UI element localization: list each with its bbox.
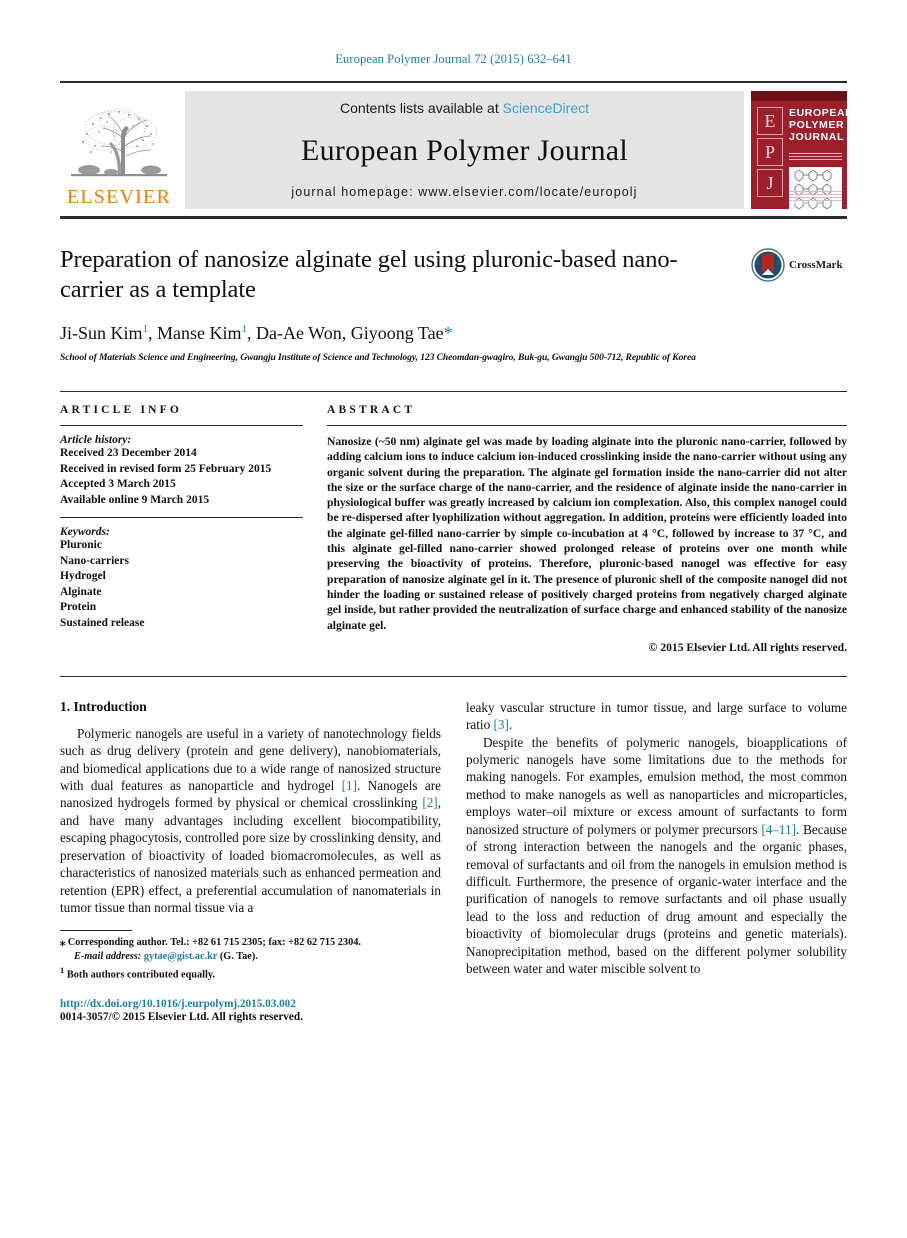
cover-letter-j: J [757,169,783,197]
cover-rule [789,153,842,154]
author-4[interactable]: Giyoong Tae [351,323,444,343]
abstract-copyright: © 2015 Elsevier Ltd. All rights reserved… [648,640,847,654]
journal-homepage-link[interactable]: journal homepage: www.elsevier.com/locat… [291,185,637,199]
journal-title: European Polymer Journal [300,133,629,167]
author-3[interactable]: Da-Ae Won [256,323,342,343]
elsevier-logo: ELSEVIER [60,91,178,209]
abstract-rule [327,425,847,426]
running-head: European Polymer Journal 72 (2015) 632–6… [335,52,572,66]
masthead-bottom-rule [60,216,847,219]
cover-topbar [751,91,847,101]
footnote-corresponding-text: Corresponding author. Tel.: +82 61 715 2… [67,937,361,949]
body-left-column: 1. Introduction Polymeric nanogels are u… [60,699,441,1023]
elsevier-tree-icon [71,108,167,177]
footnote-equal-contribution: 1 Both authors contributed equally. [60,964,441,982]
footnote-corresponding-author: ⁎ Corresponding author. Tel.: +82 61 715… [60,936,441,950]
footnote-mark-asterisk: ⁎ [60,937,66,949]
keyword-item: Nano-carriers [60,554,129,567]
history-revised: Received in revised form 25 February 201… [60,462,272,475]
abstract-heading: ABSTRACT [327,404,416,416]
history-accepted: Accepted 3 March 2015 [60,478,176,490]
contents-available-line: Contents lists available at ScienceDirec… [340,100,589,116]
corresponding-author-marker[interactable]: * [444,323,453,343]
imprint-block: http://dx.doi.org/10.1016/j.eurpolymj.20… [60,998,441,1023]
footnote-block: ⁎ Corresponding author. Tel.: +82 61 715… [60,930,441,1023]
cover-title-line-2: POLYMER [789,119,845,131]
elsevier-wordmark: ELSEVIER [66,186,172,208]
journal-cover-image: E P J EUROPEAN POLYMER JOURNAL ScienceDi… [751,91,847,209]
author-2-footnote[interactable]: 1 [242,323,248,335]
abstract-text: Nanosize (~50 nm) alginate gel was made … [327,435,847,632]
section-heading-introduction: 1. Introduction [60,698,147,714]
title-block: Preparation of nanosize alginate gel usi… [60,245,847,363]
cover-letter-e: E [757,107,783,135]
keyword-item: Protein [60,601,97,613]
author-list: Ji-Sun Kim1, Manse Kim1, Da-Ae Won, Giyo… [60,323,453,343]
journal-band: Contents lists available at ScienceDirec… [185,91,744,209]
crossmark-label: CrossMark [789,259,843,271]
cover-title-line-3: JOURNAL [789,131,844,143]
keyword-item: Alginate [60,585,102,598]
abstract-column: ABSTRACT Nanosize (~50 nm) alginate gel … [327,404,847,654]
body-columns: 1. Introduction Polymeric nanogels are u… [60,699,847,1023]
intro-paragraph-1: Polymeric nanogels are useful in a varie… [60,725,441,915]
contents-prefix: Contents lists available at [339,100,499,116]
body-right-column: leaky vascular structure in tumor tissue… [466,699,847,1023]
info-abstract-section: ARTICLE INFO Article history: Received 2… [60,391,847,654]
journal-masthead: ELSEVIER Contents lists available at Sci… [60,81,847,209]
footnote-equal-text: Both authors contributed equally. [66,968,216,980]
doi-link[interactable]: http://dx.doi.org/10.1016/j.eurpolymj.20… [60,998,441,1010]
body-separator-rule [60,675,847,677]
issn-copyright-line: 0014-3057/© 2015 Elsevier Ltd. All right… [60,1010,303,1023]
article-history-label: Article history: [60,434,132,446]
cover-letter-p: P [757,138,783,166]
footnote-email: E-mail address: gytae@gist.ac.kr (G. Tae… [60,950,441,964]
crossmark-badge[interactable]: CrossMark [751,245,847,282]
crossmark-icon [751,248,785,282]
article-info-column: ARTICLE INFO Article history: Received 2… [60,404,303,654]
keywords-label: Keywords: [60,526,110,538]
cover-title-line-1: EUROPEAN [789,107,847,119]
history-received: Received 23 December 2014 [60,447,197,459]
author-1-footnote[interactable]: 1 [143,323,149,335]
intro-paragraph-1-continued: leaky vascular structure in tumor tissue… [466,699,847,733]
footnote-mark-one: 1 [60,964,65,975]
keywords-rule [60,517,303,518]
intro-paragraph-2: Despite the benefits of polymeric nanoge… [466,734,848,976]
author-1[interactable]: Ji-Sun Kim [60,323,143,343]
article-info-rule [60,425,303,426]
cover-sciencedirect-badge: ScienceDirect [791,200,822,206]
cover-spine-letters: E P J [757,107,783,200]
keywords-block: Keywords: Pluronic Nano-carriers Hydroge… [60,526,303,631]
affiliation: School of Materials Science and Engineer… [60,352,696,363]
author-2[interactable]: Manse Kim [157,323,242,343]
keyword-item: Pluronic [60,539,102,551]
history-online: Available online 9 March 2015 [60,493,210,506]
keyword-item: Hydrogel [60,570,106,582]
page-title: Preparation of nanosize alginate gel usi… [60,246,678,303]
article-page: European Polymer Journal 72 (2015) 632–6… [0,0,907,1238]
sciencedirect-link[interactable]: ScienceDirect [503,100,589,116]
email-link[interactable]: gytae@gist.ac.kr [144,951,217,962]
keyword-item: Sustained release [60,616,145,629]
cover-microtext [789,156,842,161]
article-info-heading: ARTICLE INFO [60,404,183,416]
email-label: E-mail address: [74,950,142,962]
title-texts: Preparation of nanosize alginate gel usi… [60,245,751,363]
cover-title: EUROPEAN POLYMER JOURNAL [789,107,847,143]
email-suffix: (G. Tae). [219,950,258,962]
